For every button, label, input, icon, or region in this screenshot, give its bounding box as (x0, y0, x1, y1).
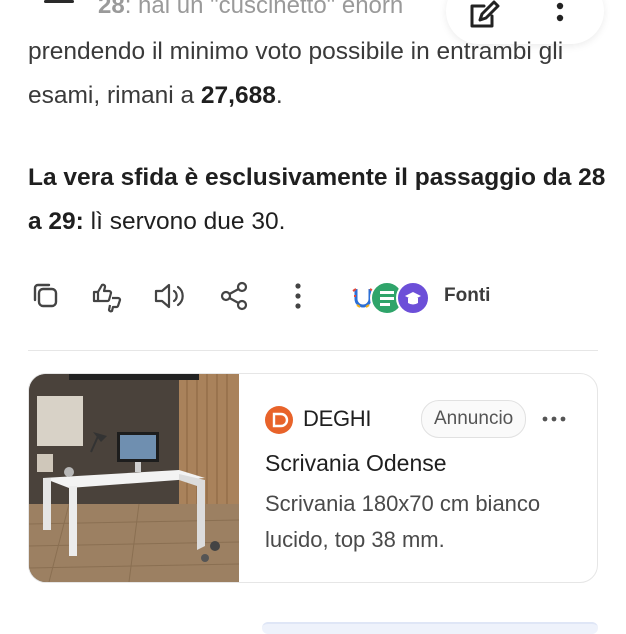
previous-text-snippet: 28: hai un "cuscinetto" enorn (98, 0, 403, 20)
product-image (29, 374, 239, 582)
highlighted-value: 27,688 (200, 82, 276, 109)
brand-logo-icon (265, 406, 293, 434)
share-icon[interactable] (216, 278, 252, 314)
ad-title: Scrivania Odense (265, 450, 447, 476)
next-card-peek (262, 622, 598, 634)
divider (28, 350, 598, 351)
edit-icon[interactable] (466, 0, 500, 32)
thumbs-up-down-icon[interactable] (90, 278, 126, 314)
sponsored-ad-card[interactable]: DEGHI Annuncio Scrivania Odense Scrivani… (28, 373, 598, 583)
paragraph-punctuation: . (275, 82, 283, 109)
response-actions (28, 278, 608, 318)
sources-label: Fonti (444, 285, 491, 306)
response-conclusion: La vera sfida è esclusivamente il passag… (28, 156, 608, 244)
speaker-icon[interactable] (152, 278, 188, 314)
ad-description: Scrivania 180x70 cm bianco lucido, top 3… (265, 491, 541, 552)
snippet-text: : hai un "cuscinetto" enorn (124, 0, 404, 19)
more-vertical-icon[interactable] (554, 0, 566, 30)
ad-brand-name: DEGHI (303, 406, 372, 431)
more-vertical-icon[interactable] (280, 278, 316, 314)
menu-icon[interactable] (44, 0, 74, 14)
source-favicon-3-icon (396, 281, 430, 315)
paragraph-text: prendendo il minimo voto possibile in en… (28, 38, 564, 109)
more-horizontal-icon[interactable] (541, 406, 567, 432)
conclusion-text: lì servono due 30. (83, 208, 286, 235)
response-paragraph: prendendo il minimo voto possibile in en… (28, 30, 608, 118)
ad-badge: Annuncio (421, 400, 527, 438)
copy-icon[interactable] (28, 278, 64, 314)
snippet-value: 28 (98, 0, 125, 19)
